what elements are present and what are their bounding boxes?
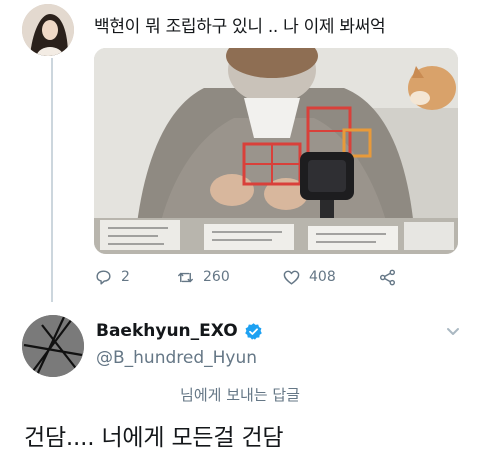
reply-author-handle[interactable]: @B_hundred_Hyun bbox=[96, 348, 257, 368]
reply-author-display-name[interactable]: Baekhyun_EXO bbox=[96, 321, 238, 341]
original-tweet-avatar[interactable] bbox=[22, 4, 74, 56]
reply-button[interactable]: 2 bbox=[94, 268, 130, 287]
retweet-icon bbox=[178, 272, 193, 282]
reply-count: 2 bbox=[121, 269, 130, 285]
retweet-count: 260 bbox=[203, 269, 230, 285]
like-count: 408 bbox=[309, 269, 336, 285]
chevron-down-icon bbox=[447, 328, 459, 335]
like-button[interactable]: 408 bbox=[282, 268, 336, 287]
tweet-options-button[interactable] bbox=[444, 322, 462, 340]
tweet-media-image[interactable] bbox=[94, 48, 458, 254]
share-icon bbox=[379, 269, 396, 285]
reply-author-name-row[interactable]: Baekhyun_EXO bbox=[96, 321, 263, 341]
retweet-button[interactable]: 260 bbox=[176, 268, 230, 287]
like-icon bbox=[283, 270, 300, 285]
thread-connector-line bbox=[51, 58, 53, 302]
reply-author-avatar[interactable] bbox=[22, 315, 84, 377]
reply-icon bbox=[96, 269, 111, 285]
tweet-action-bar: 2 260 408 bbox=[94, 264, 458, 290]
share-button[interactable] bbox=[378, 268, 397, 287]
original-tweet-text: 백현이 뭐 조립하구 있니 .. 나 이제 봐써억 bbox=[94, 17, 386, 37]
reply-tweet-text: 건담.... 너에게 모든걸 건담 bbox=[24, 425, 284, 451]
verified-badge-icon bbox=[244, 322, 262, 340]
replying-to-label: 님에게 보내는 답글 bbox=[180, 386, 300, 404]
